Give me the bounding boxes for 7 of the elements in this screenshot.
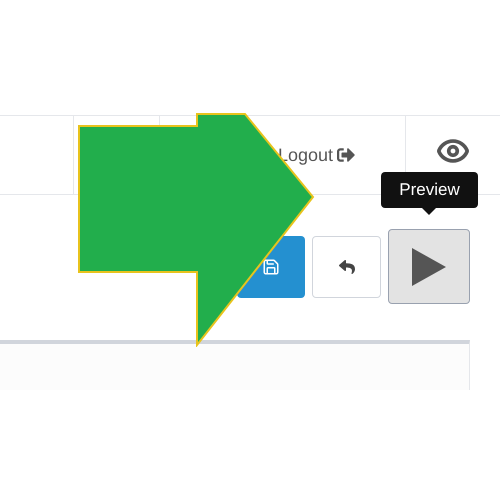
undo-icon: [338, 258, 354, 274]
tooltip-pointer: [422, 208, 436, 215]
undo-button[interactable]: [312, 236, 381, 298]
logout-icon: [337, 146, 355, 164]
play-icon: [412, 248, 446, 286]
preview-button[interactable]: [388, 229, 470, 304]
save-icon: [262, 258, 280, 276]
